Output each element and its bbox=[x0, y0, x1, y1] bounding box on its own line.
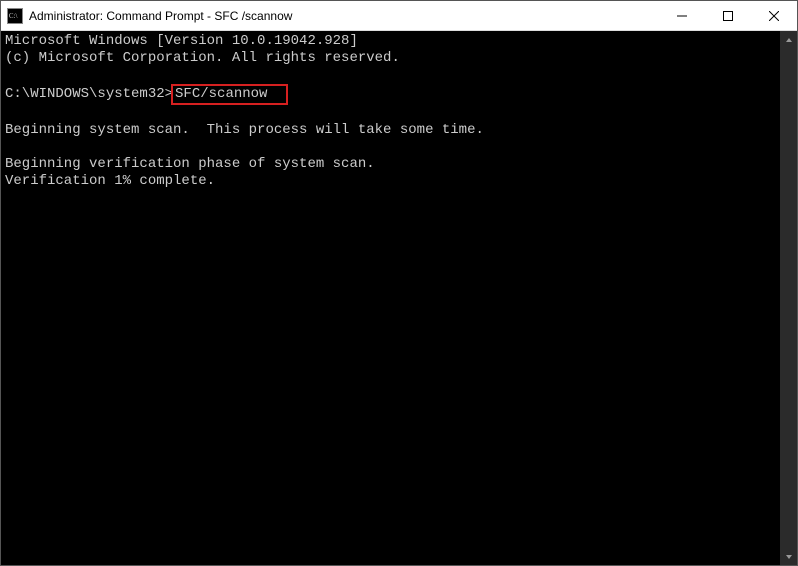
minimize-icon bbox=[677, 11, 687, 21]
output-line: Beginning system scan. This process will… bbox=[5, 122, 484, 138]
prompt-path: C:\WINDOWS\system32> bbox=[5, 86, 173, 102]
vertical-scrollbar[interactable] bbox=[780, 31, 797, 565]
scroll-up-arrow-icon[interactable] bbox=[780, 31, 797, 48]
close-icon bbox=[769, 11, 779, 21]
output-line: Microsoft Windows [Version 10.0.19042.92… bbox=[5, 33, 358, 49]
svg-text:C:\: C:\ bbox=[9, 11, 18, 19]
maximize-icon bbox=[723, 11, 733, 21]
titlebar-left: C:\ Administrator: Command Prompt - SFC … bbox=[7, 8, 292, 24]
terminal-wrapper: Microsoft Windows [Version 10.0.19042.92… bbox=[1, 31, 797, 565]
maximize-button[interactable] bbox=[705, 1, 751, 30]
cmd-icon: C:\ bbox=[7, 8, 23, 24]
close-button[interactable] bbox=[751, 1, 797, 30]
window-titlebar: C:\ Administrator: Command Prompt - SFC … bbox=[1, 1, 797, 31]
output-line: Verification 1% complete. bbox=[5, 173, 215, 189]
scrollbar-track[interactable] bbox=[780, 48, 797, 548]
output-line: Beginning verification phase of system s… bbox=[5, 156, 375, 172]
terminal-content[interactable]: Microsoft Windows [Version 10.0.19042.92… bbox=[1, 31, 780, 565]
scroll-down-arrow-icon[interactable] bbox=[780, 548, 797, 565]
command-highlight: SFC/scannow bbox=[171, 84, 288, 105]
window-title: Administrator: Command Prompt - SFC /sca… bbox=[29, 9, 292, 23]
output-line: (c) Microsoft Corporation. All rights re… bbox=[5, 50, 400, 66]
command-text: SFC/scannow bbox=[175, 86, 267, 102]
minimize-button[interactable] bbox=[659, 1, 705, 30]
window-controls bbox=[659, 1, 797, 30]
